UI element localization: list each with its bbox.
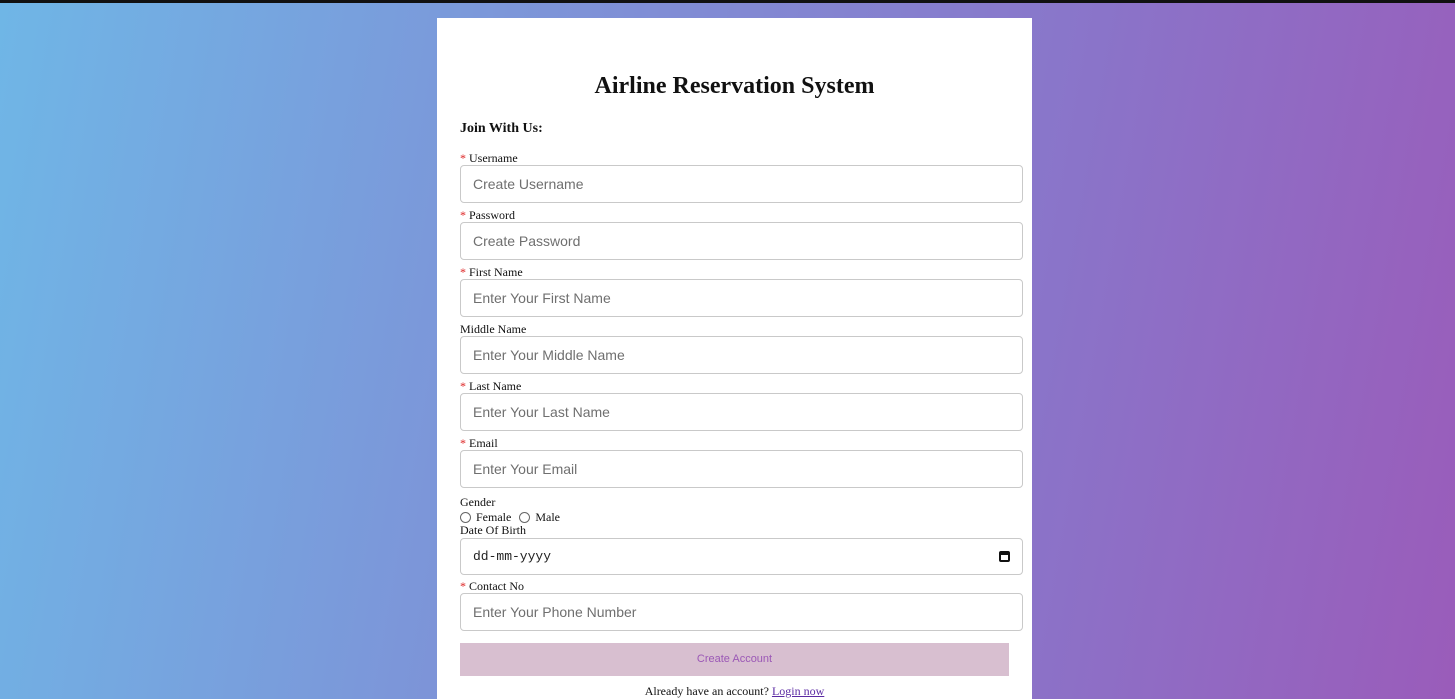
page-title: Airline Reservation System: [594, 73, 875, 99]
form-subtitle: Join With Us:: [460, 121, 543, 136]
password-input[interactable]: [460, 222, 1023, 260]
middle-name-input[interactable]: [460, 336, 1023, 374]
contact-label: * Contact No: [460, 579, 524, 593]
signup-card: Airline Reservation System Join With Us:…: [437, 18, 1032, 699]
female-radio[interactable]: [460, 512, 471, 523]
contact-input[interactable]: [460, 593, 1023, 631]
last-name-input[interactable]: [460, 393, 1023, 431]
middle-name-label: Middle Name: [460, 322, 527, 336]
email-label: * Email: [460, 436, 498, 450]
email-input[interactable]: [460, 450, 1023, 488]
gender-label: Gender: [460, 495, 496, 509]
dob-placeholder: dd-mm-yyyy: [473, 549, 552, 564]
create-account-button[interactable]: Create Account: [460, 643, 1009, 676]
top-border: [0, 0, 1455, 3]
login-link[interactable]: Login now: [772, 684, 824, 698]
username-label: * Username: [460, 151, 518, 165]
required-marker: *: [460, 265, 466, 279]
login-prompt-text: Already have an account?: [644, 684, 769, 698]
required-marker: *: [460, 579, 466, 593]
required-marker: *: [460, 208, 466, 222]
login-prompt: Already have an account? Login now: [437, 684, 1032, 699]
first-name-input[interactable]: [460, 279, 1023, 317]
required-marker: *: [460, 436, 466, 450]
last-name-label: * Last Name: [460, 379, 522, 393]
first-name-label: * First Name: [460, 265, 523, 279]
password-label: * Password: [460, 208, 516, 222]
calendar-icon[interactable]: [999, 551, 1010, 562]
username-input[interactable]: [460, 165, 1023, 203]
male-radio[interactable]: [519, 512, 531, 523]
required-marker: *: [460, 379, 466, 393]
male-label: Male: [535, 510, 560, 524]
dob-label: Date Of Birth: [460, 523, 526, 537]
required-marker: *: [460, 151, 466, 165]
dob-input[interactable]: dd-mm-yyyy: [460, 538, 1023, 575]
